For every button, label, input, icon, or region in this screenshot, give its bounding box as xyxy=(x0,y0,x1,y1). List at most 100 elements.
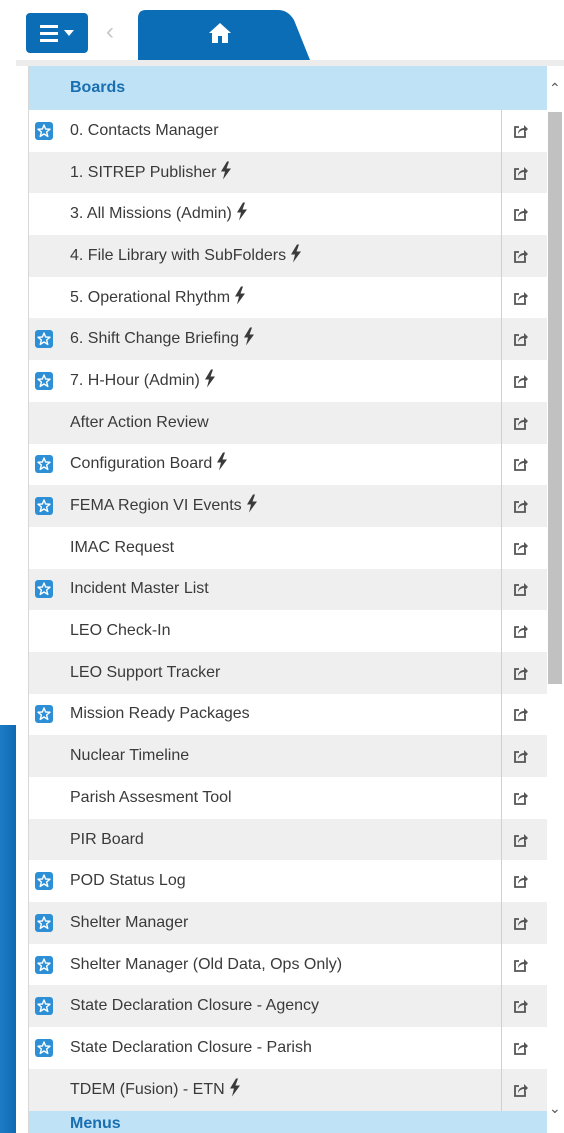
board-list-item[interactable]: Nuclear Timeline xyxy=(29,735,547,777)
board-list-item[interactable]: State Declaration Closure - Agency xyxy=(29,985,547,1028)
board-list-item[interactable]: 1. SITREP Publisher xyxy=(29,151,547,194)
open-external-icon[interactable] xyxy=(513,290,529,311)
open-external-icon[interactable] xyxy=(513,373,529,394)
board-label: Mission Ready Packages xyxy=(70,705,250,723)
open-external-icon[interactable] xyxy=(513,873,529,894)
board-label: Nuclear Timeline xyxy=(70,747,190,765)
board-list-item[interactable]: Parish Assesment Tool xyxy=(29,777,547,819)
board-list-item[interactable]: LEO Support Tracker xyxy=(29,651,547,694)
favorite-star-icon[interactable] xyxy=(35,997,53,1016)
column-divider xyxy=(501,401,502,444)
board-list-item[interactable]: 0. Contacts Manager xyxy=(29,110,547,152)
open-external-icon[interactable] xyxy=(513,581,529,602)
board-label: IMAC Request xyxy=(70,538,175,556)
tab-home[interactable] xyxy=(138,10,310,60)
scroll-up-arrow-icon[interactable]: ⌃ xyxy=(549,80,561,97)
open-external-icon[interactable] xyxy=(513,1040,529,1061)
open-external-icon[interactable] xyxy=(513,331,529,352)
lightning-bolt-icon xyxy=(246,494,258,518)
section-header-menus: Menus xyxy=(29,1111,547,1133)
column-divider xyxy=(501,318,502,361)
open-external-icon[interactable] xyxy=(513,748,529,769)
column-divider xyxy=(501,568,502,611)
favorite-star-icon[interactable] xyxy=(35,955,53,974)
board-list-item[interactable]: 6. Shift Change Briefing xyxy=(29,318,547,361)
open-external-icon[interactable] xyxy=(513,998,529,1019)
caret-down-icon xyxy=(64,30,74,36)
open-external-icon[interactable] xyxy=(513,623,529,644)
column-divider xyxy=(501,443,502,486)
board-list-item[interactable]: 7. H-Hour (Admin) xyxy=(29,360,547,402)
board-label: Shelter Manager (Old Data, Ops Only) xyxy=(70,955,343,973)
open-external-icon[interactable] xyxy=(513,832,529,853)
open-external-icon[interactable] xyxy=(513,415,529,436)
board-list-item[interactable]: 3. All Missions (Admin) xyxy=(29,193,547,236)
board-label: 7. H-Hour (Admin) xyxy=(70,369,216,392)
board-label: 6. Shift Change Briefing xyxy=(70,327,255,351)
board-label: LEO Check-In xyxy=(70,622,171,640)
favorite-star-icon[interactable] xyxy=(35,913,53,932)
favorite-star-icon[interactable] xyxy=(35,121,53,140)
board-list-item[interactable]: Configuration Board xyxy=(29,443,547,486)
column-divider xyxy=(501,735,502,777)
boards-dropdown-panel: Boards 0. Contacts Manager 1. SITREP Publ… xyxy=(28,66,547,1133)
app-screen: ‹ Boards 0. Contacts Manager 1. SITREP Pu… xyxy=(0,0,564,1133)
open-external-icon[interactable] xyxy=(513,165,529,186)
board-list-item[interactable]: Mission Ready Packages xyxy=(29,693,547,736)
board-list-item[interactable]: 5. Operational Rhythm xyxy=(29,276,547,319)
favorite-star-icon[interactable] xyxy=(35,705,53,724)
column-divider xyxy=(501,526,502,569)
favorite-star-icon[interactable] xyxy=(35,455,53,474)
board-label: 0. Contacts Manager xyxy=(70,121,219,139)
column-divider xyxy=(501,235,502,277)
favorite-star-icon[interactable] xyxy=(35,497,53,516)
column-divider xyxy=(501,818,502,861)
open-external-icon[interactable] xyxy=(513,498,529,519)
board-list-item[interactable]: PIR Board xyxy=(29,818,547,861)
open-external-icon[interactable] xyxy=(513,706,529,727)
favorite-star-icon[interactable] xyxy=(35,371,53,390)
board-list-item[interactable]: IMAC Request xyxy=(29,526,547,569)
open-external-icon[interactable] xyxy=(513,957,529,978)
scroll-down-arrow-icon[interactable]: ⌄ xyxy=(549,1100,561,1117)
open-external-icon[interactable] xyxy=(513,456,529,477)
main-menu-button[interactable] xyxy=(26,13,88,53)
board-label: 5. Operational Rhythm xyxy=(70,286,246,309)
open-external-icon[interactable] xyxy=(513,248,529,269)
section-title-menus: Menus xyxy=(70,1115,121,1132)
board-list-item[interactable]: FEMA Region VI Events xyxy=(29,485,547,527)
board-list-item[interactable]: POD Status Log xyxy=(29,860,547,903)
favorite-star-icon[interactable] xyxy=(35,872,53,891)
open-external-icon[interactable] xyxy=(513,1082,529,1103)
board-list-item[interactable]: State Declaration Closure - Parish xyxy=(29,1027,547,1069)
home-icon xyxy=(209,23,231,43)
open-external-icon[interactable] xyxy=(513,123,529,144)
open-external-icon[interactable] xyxy=(513,540,529,561)
board-list-item[interactable]: After Action Review xyxy=(29,401,547,444)
chevron-left-icon[interactable]: ‹ xyxy=(106,20,114,44)
open-external-icon[interactable] xyxy=(513,915,529,936)
section-header-boards: Boards xyxy=(29,66,547,110)
board-list-item[interactable]: 4. File Library with SubFolders xyxy=(29,235,547,277)
board-list-item[interactable]: TDEM (Fusion) - ETN xyxy=(29,1068,547,1111)
board-list-item[interactable]: Incident Master List xyxy=(29,568,547,611)
open-external-icon[interactable] xyxy=(513,790,529,811)
column-divider xyxy=(501,360,502,402)
favorite-star-icon[interactable] xyxy=(35,580,53,599)
favorite-star-icon[interactable] xyxy=(35,330,53,349)
column-divider xyxy=(501,110,502,152)
scrollbar-thumb[interactable] xyxy=(548,112,562,684)
lightning-bolt-icon xyxy=(290,244,302,267)
board-label: State Declaration Closure - Parish xyxy=(70,1038,312,1056)
open-external-icon[interactable] xyxy=(513,206,529,227)
board-list-item[interactable]: Shelter Manager xyxy=(29,902,547,944)
column-divider xyxy=(501,985,502,1028)
board-list-item[interactable]: LEO Check-In xyxy=(29,610,547,652)
column-divider xyxy=(501,610,502,652)
board-list-item[interactable]: Shelter Manager (Old Data, Ops Only) xyxy=(29,943,547,986)
lightning-bolt-icon xyxy=(204,369,216,392)
hamburger-icon xyxy=(40,24,58,42)
open-external-icon[interactable] xyxy=(513,665,529,686)
favorite-star-icon[interactable] xyxy=(35,1038,53,1057)
board-label: Configuration Board xyxy=(70,452,228,476)
